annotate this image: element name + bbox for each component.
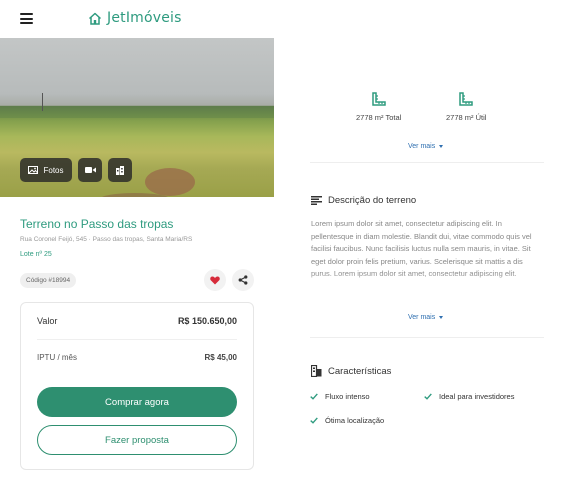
building-icon bbox=[311, 365, 322, 377]
area-total-label: 2778 m² Total bbox=[356, 113, 402, 122]
description-fade bbox=[311, 272, 533, 298]
photo-pole bbox=[42, 93, 43, 111]
feature-item: Ideal para investidores bbox=[424, 392, 514, 401]
feature-label: Ótima localização bbox=[325, 416, 385, 425]
description-heading: Descrição do terreno bbox=[311, 195, 416, 206]
photos-label: Fotos bbox=[43, 165, 64, 175]
features-title: Características bbox=[328, 365, 392, 377]
house-icon bbox=[88, 12, 102, 25]
area-total: 2778 m² Total bbox=[356, 92, 401, 122]
property-title: Terreno no Passo das tropas bbox=[20, 217, 174, 231]
feature-label: Fluxo intenso bbox=[325, 392, 370, 401]
feature-label: Ideal para investidores bbox=[439, 392, 515, 401]
iptu-row: IPTU / mês R$ 45,00 bbox=[37, 353, 237, 362]
photo-dirt bbox=[145, 168, 195, 196]
check-icon bbox=[424, 393, 432, 400]
property-code-badge: Código #18994 bbox=[20, 273, 77, 288]
divider bbox=[310, 337, 544, 338]
make-offer-button[interactable]: Fazer proposta bbox=[37, 425, 237, 455]
ruler-area-icon bbox=[371, 92, 386, 106]
check-icon bbox=[310, 393, 318, 400]
price-card: Valor R$ 150.650,00 IPTU / mês R$ 45,00 … bbox=[20, 302, 254, 470]
see-more-label: Ver mais bbox=[408, 314, 436, 321]
chevron-down-icon bbox=[439, 316, 444, 319]
video-icon bbox=[84, 167, 96, 173]
chevron-down-icon bbox=[439, 145, 444, 148]
value-label: Valor bbox=[37, 316, 58, 326]
iptu-label: IPTU / mês bbox=[37, 353, 78, 362]
divider bbox=[37, 339, 237, 340]
share-icon bbox=[238, 275, 248, 285]
area-useful-label: 2778 m² Útil bbox=[446, 113, 487, 122]
see-more-description-link[interactable]: Ver mais bbox=[408, 314, 444, 321]
photos-button[interactable]: Fotos bbox=[20, 158, 72, 182]
area-useful: 2778 m² Útil bbox=[446, 92, 486, 122]
value-amount: R$ 150.650,00 bbox=[177, 316, 237, 326]
iptu-amount: R$ 45,00 bbox=[204, 353, 237, 362]
property-lot: Lote nº 25 bbox=[20, 251, 52, 258]
feature-item: Ótima localização bbox=[310, 416, 384, 425]
favorite-button[interactable] bbox=[204, 269, 226, 291]
video-button[interactable] bbox=[78, 158, 102, 182]
heart-icon bbox=[210, 276, 220, 284]
see-more-areas-link[interactable]: Ver mais bbox=[408, 143, 444, 150]
check-icon bbox=[310, 417, 318, 424]
brand-name: JetImóveis bbox=[107, 10, 182, 26]
map-button[interactable] bbox=[108, 158, 132, 182]
value-row: Valor R$ 150.650,00 bbox=[37, 316, 237, 326]
feature-item: Fluxo intenso bbox=[310, 392, 370, 401]
buy-now-button[interactable]: Comprar agora bbox=[37, 387, 237, 417]
map-icon bbox=[116, 166, 124, 175]
share-button[interactable] bbox=[232, 269, 254, 291]
see-more-label: Ver mais bbox=[408, 143, 436, 150]
hamburger-menu-icon[interactable] bbox=[20, 13, 33, 24]
ruler-area-icon bbox=[459, 92, 473, 106]
brand-logo[interactable]: JetImóveis bbox=[88, 10, 182, 26]
media-buttons: Fotos bbox=[20, 158, 132, 182]
description-title: Descrição do terreno bbox=[328, 195, 417, 206]
divider bbox=[310, 162, 544, 163]
property-address: Rua Coronel Feijó, 545 · Passo das tropa… bbox=[20, 236, 193, 243]
text-align-icon bbox=[311, 196, 322, 205]
photos-icon bbox=[28, 166, 39, 174]
features-heading: Características bbox=[311, 365, 391, 377]
